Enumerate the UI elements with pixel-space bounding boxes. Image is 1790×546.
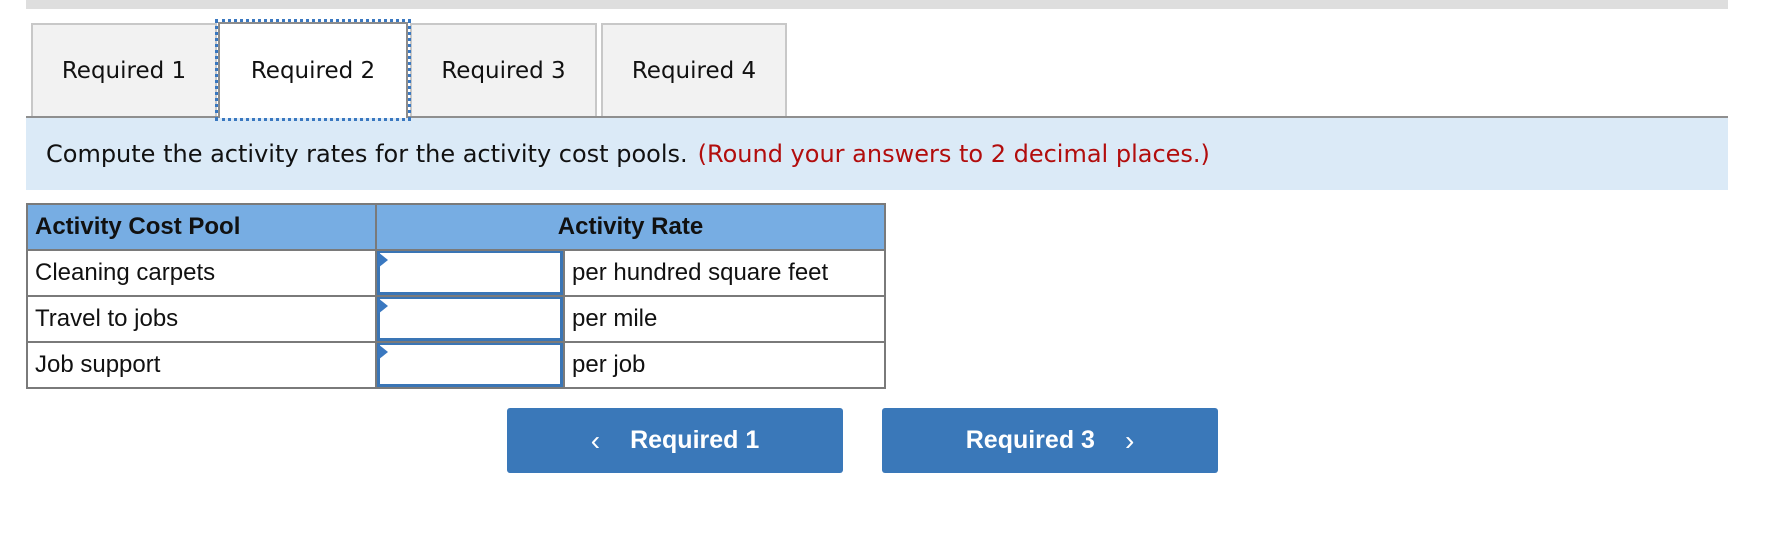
pool-name: Cleaning carpets: [26, 249, 377, 297]
table-header-row: Activity Cost Pool Activity Rate: [26, 203, 886, 251]
tab-required-2[interactable]: Required 2: [215, 19, 411, 121]
prev-required-1-button[interactable]: ‹ Required 1: [507, 408, 843, 473]
next-button-label: Required 3: [965, 426, 1095, 454]
instruction-text: Compute the activity rates for the activ…: [46, 140, 688, 168]
rate-unit: per hundred square feet: [563, 249, 886, 297]
rounding-hint: (Round your answers to 2 decimal places.…: [697, 140, 1210, 168]
pool-name: Travel to jobs: [26, 295, 377, 343]
input-flag-icon: [378, 298, 388, 314]
rate-cell: [375, 295, 565, 343]
rate-unit: per job: [563, 341, 886, 389]
tab-required-4[interactable]: Required 4: [601, 23, 787, 116]
input-flag-icon: [378, 344, 388, 360]
top-bar: [26, 0, 1728, 9]
chevron-left-icon: ‹: [590, 424, 601, 456]
pool-name: Job support: [26, 341, 377, 389]
header-activity-cost-pool: Activity Cost Pool: [26, 203, 377, 251]
next-required-3-button[interactable]: Required 3 ›: [882, 408, 1218, 473]
rate-input-job-support[interactable]: [377, 343, 563, 387]
rate-input-cleaning-carpets[interactable]: [377, 251, 563, 295]
rate-cell: [375, 249, 565, 297]
tab-required-1[interactable]: Required 1: [31, 23, 217, 116]
table-row: Travel to jobs per mile: [26, 295, 886, 343]
chevron-right-icon: ›: [1124, 424, 1135, 456]
header-activity-rate: Activity Rate: [375, 203, 886, 251]
rate-cell: [375, 341, 565, 389]
prev-button-label: Required 1: [630, 426, 760, 454]
tab-required-3[interactable]: Required 3: [410, 23, 597, 116]
input-flag-icon: [378, 252, 388, 268]
table-row: Job support per job: [26, 341, 886, 389]
instruction-banner: Compute the activity rates for the activ…: [26, 118, 1728, 190]
activity-rates-table: Activity Cost Pool Activity Rate Cleanin…: [26, 203, 886, 389]
rate-unit: per mile: [563, 295, 886, 343]
table-row: Cleaning carpets per hundred square feet: [26, 249, 886, 297]
rate-input-travel-to-jobs[interactable]: [377, 297, 563, 341]
